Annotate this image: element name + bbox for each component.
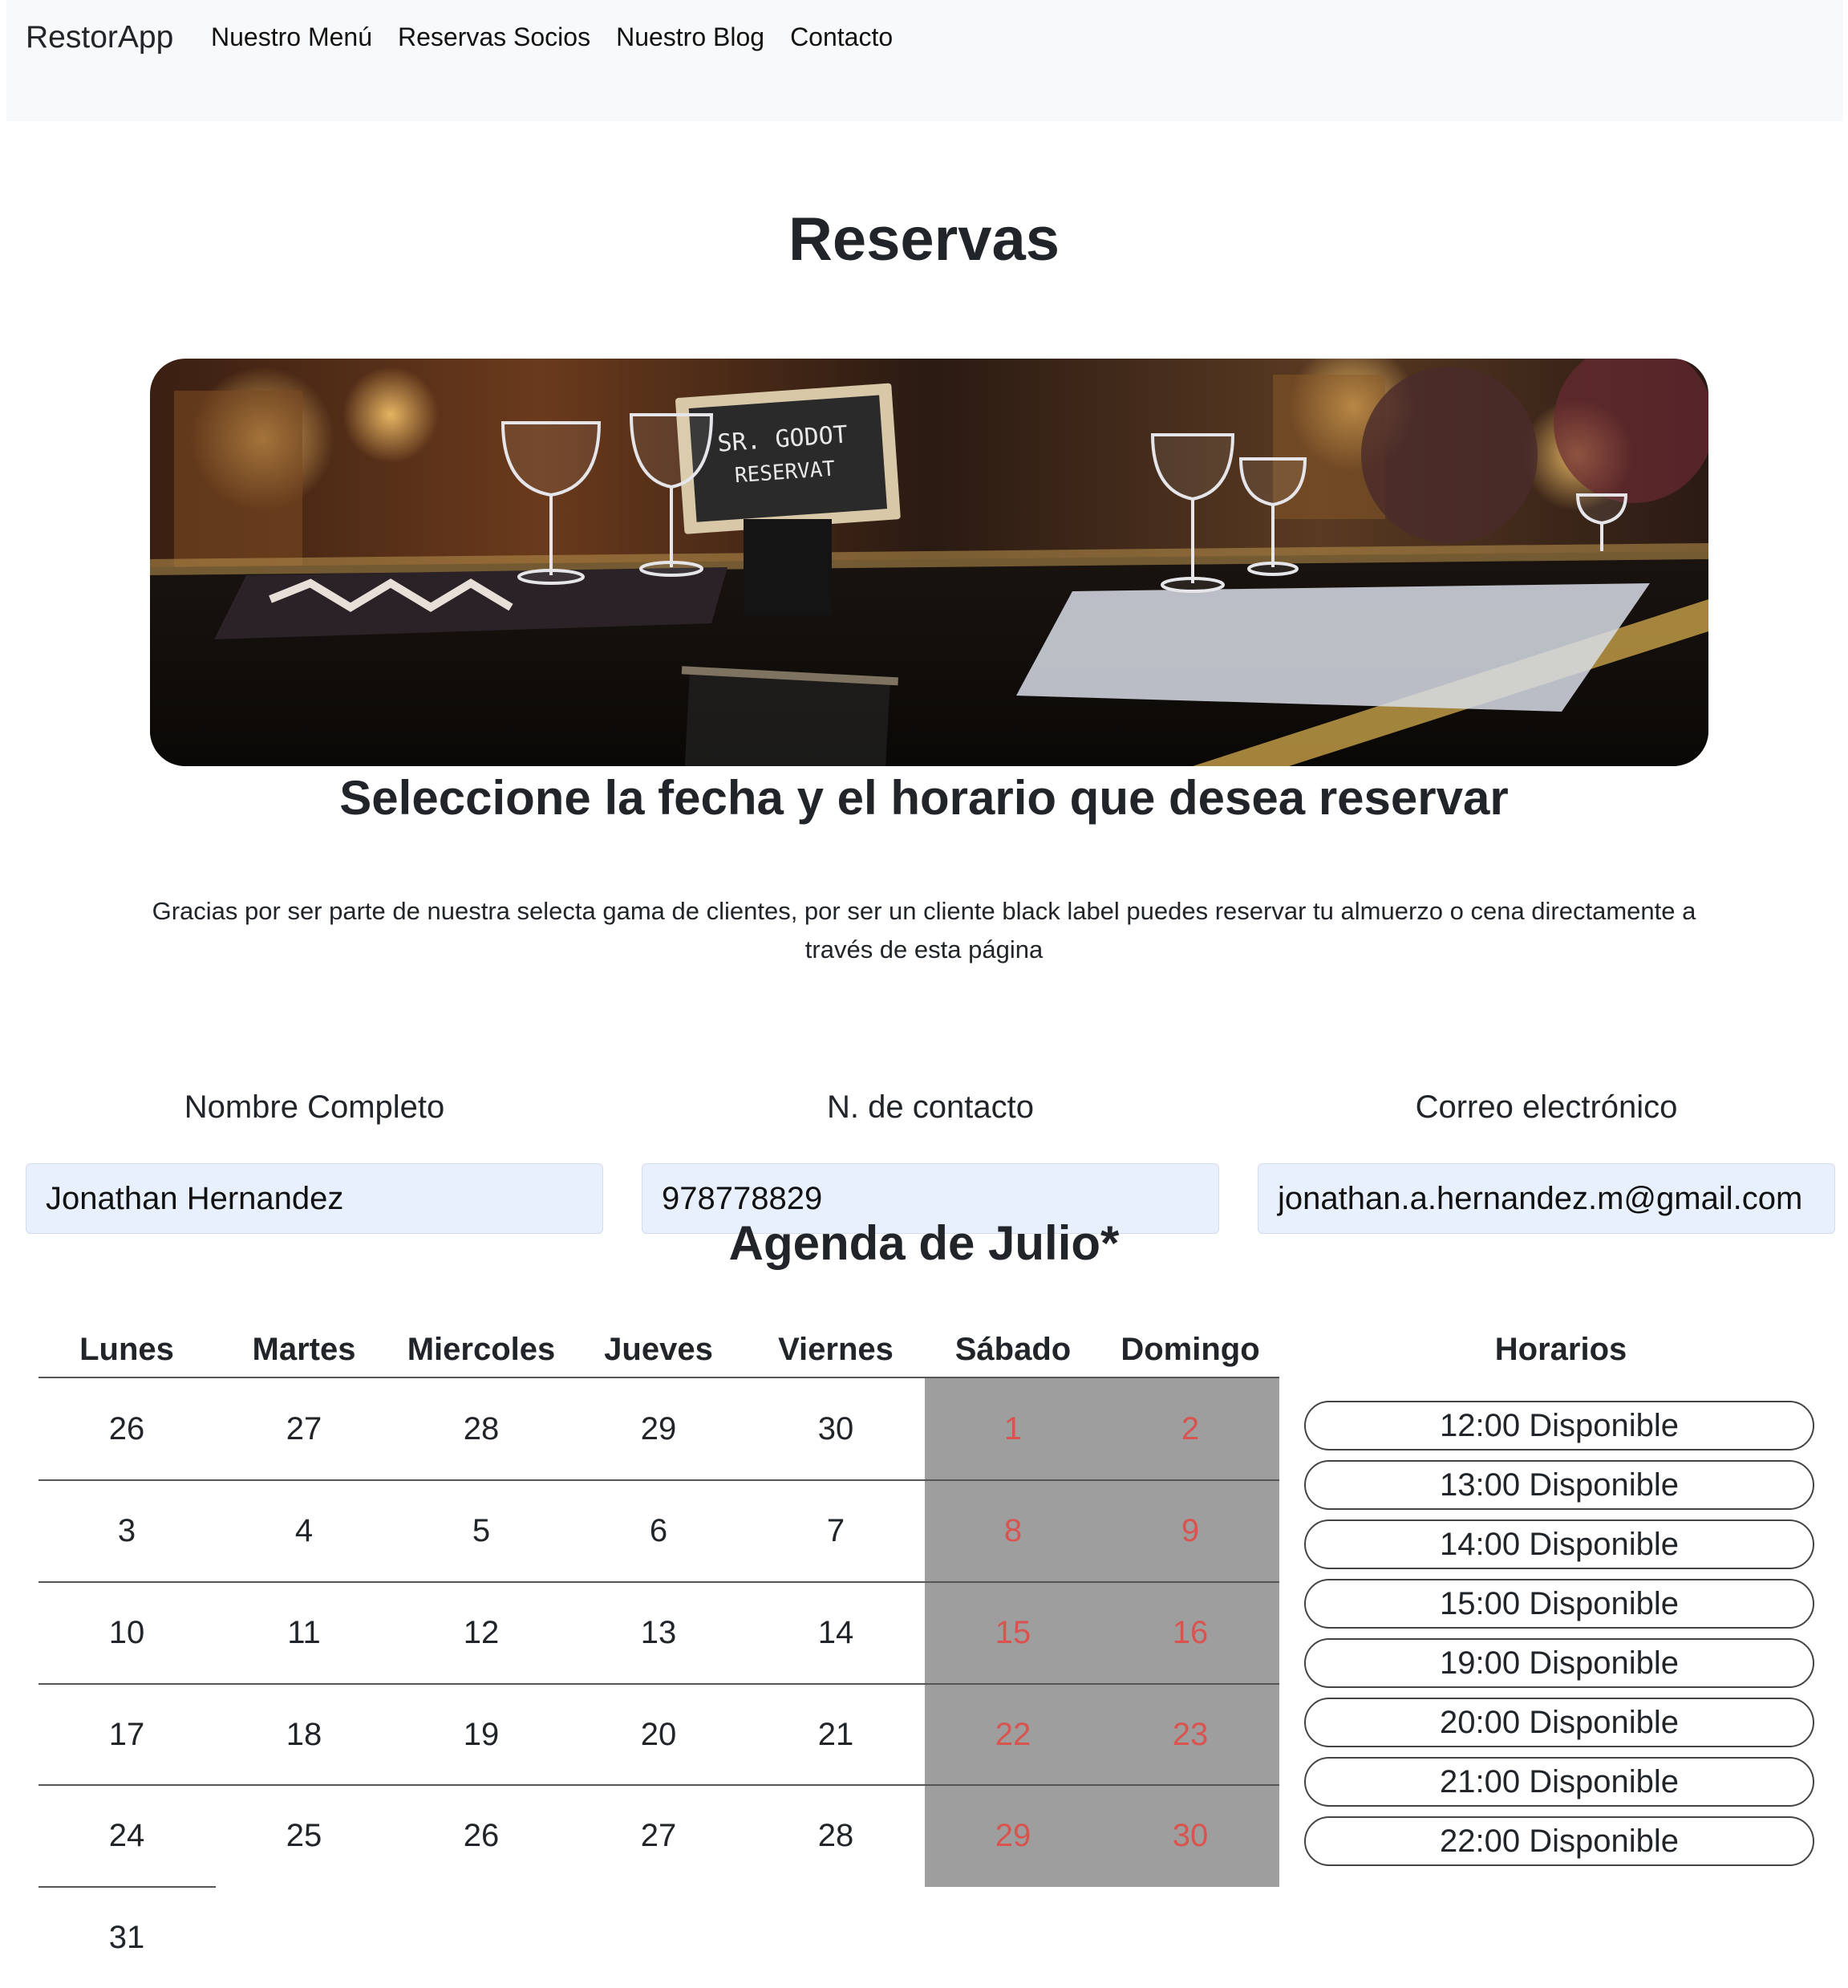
calendar-day[interactable]: 7 [748, 1480, 924, 1581]
agenda-title: Agenda de Julio* [728, 1216, 1120, 1270]
calendar-day[interactable]: 28 [393, 1378, 569, 1479]
email-label: Correo electrónico [1415, 1089, 1678, 1125]
calendar-day-weekend[interactable]: 23 [1102, 1684, 1279, 1785]
time-slot-button[interactable]: 19:00 Disponible [1304, 1638, 1814, 1688]
time-slot-button[interactable]: 21:00 Disponible [1304, 1757, 1814, 1807]
page-title: Reservas [788, 205, 1060, 274]
calendar-day[interactable]: 11 [216, 1582, 392, 1683]
horarios-panel: Horarios 12:00 Disponible 13:00 Disponib… [1304, 1325, 1818, 1866]
calendar-day-weekend[interactable]: 22 [925, 1684, 1101, 1785]
time-slot-button[interactable]: 20:00 Disponible [1304, 1698, 1814, 1747]
calendar-day[interactable]: 10 [38, 1582, 215, 1683]
calendar-day[interactable]: 31 [38, 1887, 215, 1988]
calendar-day-weekend[interactable]: 15 [925, 1582, 1101, 1683]
nav-links: Nuestro Menú Reservas Socios Nuestro Blo… [211, 22, 893, 52]
calendar-day-weekend[interactable]: 30 [1102, 1785, 1279, 1886]
calendar-day[interactable]: 17 [38, 1684, 215, 1785]
horarios-title: Horarios [1494, 1332, 1627, 1367]
calendar-day-weekend[interactable]: 2 [1102, 1378, 1279, 1479]
name-label: Nombre Completo [184, 1089, 445, 1125]
day-header-sabado: Sábado [954, 1332, 1072, 1367]
calendar-day[interactable]: 20 [570, 1684, 747, 1785]
calendar-day-weekend[interactable]: 8 [925, 1480, 1101, 1581]
calendar-day-weekend[interactable]: 29 [925, 1785, 1101, 1886]
day-header-viernes: Viernes [778, 1332, 894, 1367]
hero-image: SR. GODOT RESERVAT [150, 359, 1708, 766]
calendar-day[interactable]: 28 [748, 1785, 924, 1886]
time-slot-button[interactable]: 15:00 Disponible [1304, 1579, 1814, 1629]
calendar-day[interactable]: 24 [38, 1785, 215, 1886]
calendar-day[interactable]: 19 [393, 1684, 569, 1785]
calendar-day[interactable]: 6 [570, 1480, 747, 1581]
calendar-day[interactable]: 5 [393, 1480, 569, 1581]
intro-text: Gracias por ser parte de nuestra selecta… [152, 897, 1696, 964]
calendar-day[interactable]: 21 [748, 1684, 924, 1785]
time-slot-button[interactable]: 13:00 Disponible [1304, 1460, 1814, 1510]
calendar-day[interactable]: 12 [393, 1582, 569, 1683]
calendar-day[interactable]: 13 [570, 1582, 747, 1683]
calendar-day[interactable]: 27 [570, 1785, 747, 1886]
day-header-martes: Martes [252, 1332, 356, 1367]
day-header-domingo: Domingo [1121, 1332, 1260, 1367]
calendar-day[interactable]: 30 [748, 1378, 924, 1479]
day-header-lunes: Lunes [79, 1332, 174, 1367]
phone-field-group: N. de contacto 978778829 [642, 1083, 1219, 1234]
calendar-day[interactable]: 26 [38, 1378, 215, 1479]
nav-link-reservas-socios[interactable]: Reservas Socios [398, 22, 590, 52]
nav-link-contacto[interactable]: Contacto [790, 22, 893, 52]
phone-label: N. de contacto [827, 1089, 1034, 1125]
calendar-day-weekend[interactable]: 1 [925, 1378, 1101, 1479]
time-slot-button[interactable]: 14:00 Disponible [1304, 1519, 1814, 1569]
calendar-day[interactable]: 26 [393, 1785, 569, 1886]
time-slot-button[interactable]: 22:00 Disponible [1304, 1816, 1814, 1866]
calendar-day-weekend[interactable]: 9 [1102, 1480, 1279, 1581]
brand-logo[interactable]: RestorApp [26, 20, 173, 55]
email-field-group: Correo electrónico jonathan.a.hernandez.… [1258, 1083, 1835, 1234]
navbar: RestorApp Nuestro Menú Reservas Socios N… [6, 0, 1843, 121]
calendar-day-weekend[interactable]: 16 [1102, 1582, 1279, 1683]
nav-link-menu[interactable]: Nuestro Menú [211, 22, 372, 52]
calendar-day[interactable]: 14 [748, 1582, 924, 1683]
nav-link-blog[interactable]: Nuestro Blog [616, 22, 764, 52]
time-slot-button[interactable]: 12:00 Disponible [1304, 1401, 1814, 1450]
calendar-day[interactable]: 4 [216, 1480, 392, 1581]
day-header-jueves: Jueves [604, 1332, 713, 1367]
day-header-miercoles: Miercoles [407, 1332, 556, 1367]
name-field-group: Nombre Completo Jonathan Hernandez [26, 1083, 603, 1234]
calendar-day[interactable]: 29 [570, 1378, 747, 1479]
calendar-day[interactable]: 18 [216, 1684, 392, 1785]
calendar-day[interactable]: 25 [216, 1785, 392, 1886]
calendar-day[interactable]: 3 [38, 1480, 215, 1581]
section-subtitle: Seleccione la fecha y el horario que des… [339, 771, 1509, 825]
calendar-day[interactable]: 27 [216, 1378, 392, 1479]
